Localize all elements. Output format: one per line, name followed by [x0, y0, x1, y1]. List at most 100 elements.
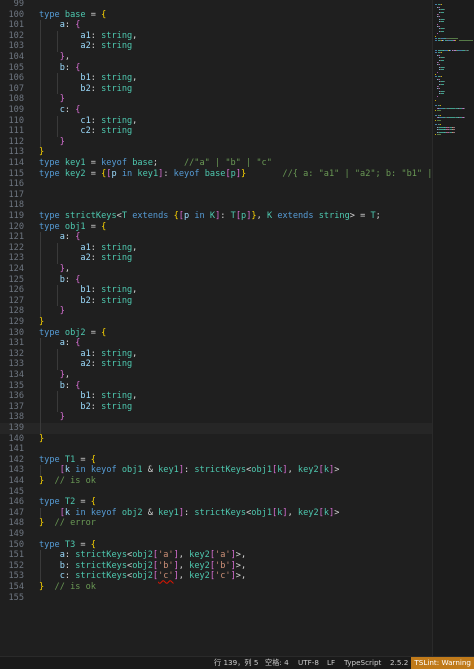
code-line[interactable]: 133 a2: string	[0, 359, 432, 370]
minimap[interactable]	[432, 0, 474, 656]
code-line[interactable]: 134 },	[0, 370, 432, 381]
code-editor[interactable]: 99 100 type base = {101 a: {102 a1: string…	[0, 0, 432, 656]
code-line[interactable]: 147 [k in keyof obj2 & key1]: strictKeys…	[0, 508, 432, 519]
code-line[interactable]: 109 c: {	[0, 105, 432, 116]
code-text: type T1 = {	[39, 454, 96, 465]
code-line[interactable]: 148} // error	[0, 518, 432, 529]
line-number: 101	[8, 20, 24, 31]
code-line[interactable]: 130 type obj2 = {	[0, 328, 432, 339]
code-line[interactable]: 118	[0, 200, 432, 211]
code-line[interactable]: 154} // is ok	[0, 582, 432, 593]
code-line[interactable]: 142 type T1 = {	[0, 455, 432, 466]
code-line[interactable]: 155	[0, 593, 432, 604]
code-line[interactable]: 100 type base = {	[0, 10, 432, 21]
code-line[interactable]: 124 },	[0, 264, 432, 275]
line-number: 140	[8, 433, 24, 444]
minimap-token	[441, 11, 444, 13]
language-mode[interactable]: TypeScript	[344, 657, 381, 669]
eol-setting[interactable]: LF	[327, 657, 335, 669]
code-line[interactable]: 103 a2: string	[0, 41, 432, 52]
code-line[interactable]: 106 b1: string,	[0, 73, 432, 84]
line-number: 141	[8, 444, 24, 455]
minimap-token	[437, 14, 438, 15]
line-number: 99	[13, 0, 24, 9]
code-line[interactable]: 113}	[0, 147, 432, 158]
code-line[interactable]: 123 a2: string	[0, 253, 432, 264]
line-number: 126	[8, 285, 24, 296]
code-text: type key2 = {[p in key1]: keyof base[p]}…	[39, 168, 432, 179]
code-line[interactable]: 119 type strictKeys<T extends {[p in K]: …	[0, 211, 432, 222]
code-line[interactable]: 150 type T3 = {	[0, 540, 432, 551]
line-number: 155	[8, 592, 24, 603]
code-line[interactable]: 126 b1: string,	[0, 285, 432, 296]
minimap-token	[454, 126, 455, 128]
code-line[interactable]: 132 a1: string,	[0, 349, 432, 360]
minimap-token	[444, 18, 445, 20]
indentation-setting[interactable]: 空格: 4	[265, 657, 289, 669]
code-line[interactable]: 115 type key2 = {[p in key1]: keyof base[…	[0, 169, 432, 180]
minimap-token	[438, 78, 439, 80]
code-line[interactable]: 129}	[0, 317, 432, 328]
line-number: 129	[8, 317, 24, 327]
line-number: 143	[8, 465, 24, 476]
code-line[interactable]: 101 a: {	[0, 20, 432, 31]
code-text: c: {	[59, 105, 81, 115]
code-line[interactable]: 131 a: {	[0, 338, 432, 349]
code-line[interactable]: 145	[0, 487, 432, 498]
code-line[interactable]: 99	[0, 0, 432, 10]
indent-guide	[40, 465, 41, 476]
code-line[interactable]: 146 type T2 = {	[0, 497, 432, 508]
code-line[interactable]: 112 }	[0, 137, 432, 148]
typescript-version[interactable]: 2.5.2	[390, 657, 408, 669]
code-line[interactable]: 137 b2: string	[0, 402, 432, 413]
code-line[interactable]: 108 }	[0, 94, 432, 105]
code-line[interactable]: 138 }	[0, 412, 432, 423]
code-text: b2: string	[80, 295, 133, 306]
code-line[interactable]: 117	[0, 190, 432, 201]
code-line[interactable]: 104 },	[0, 52, 432, 63]
minimap-token	[438, 64, 439, 66]
indent-guide	[57, 242, 58, 264]
code-text: c1: string,	[80, 115, 138, 126]
tslint-status[interactable]: TSLint: Warning	[411, 657, 474, 669]
code-line[interactable]: 121 a: {	[0, 232, 432, 243]
cursor-position[interactable]: 行 139，列 5	[214, 657, 258, 669]
code-text: a: strictKeys<obj2['a'], key2['a']>,	[59, 550, 247, 561]
minimap-token	[436, 134, 441, 135]
code-line[interactable]: 110 c1: string,	[0, 116, 432, 127]
code-line[interactable]: 127 b2: string	[0, 296, 432, 307]
minimap-token	[438, 6, 439, 8]
code-line[interactable]: 102 a1: string,	[0, 31, 432, 42]
code-line[interactable]: 141	[0, 444, 432, 455]
code-line[interactable]: 144} // is ok	[0, 476, 432, 487]
code-line[interactable]: 107 b2: string	[0, 84, 432, 95]
code-line[interactable]: 114 type key1 = keyof base; //"a" | "b" |…	[0, 158, 432, 169]
code-text: a2: string	[80, 253, 133, 264]
code-line[interactable]: 120 type obj1 = {	[0, 222, 432, 233]
code-line[interactable]: 105 b: {	[0, 63, 432, 74]
code-line[interactable]: 139	[0, 423, 432, 434]
code-line[interactable]: 140}	[0, 434, 432, 445]
indent-guide	[57, 285, 58, 307]
code-line[interactable]: 136 b1: string,	[0, 391, 432, 402]
code-line[interactable]: 116	[0, 179, 432, 190]
line-number: 146	[8, 497, 24, 508]
code-text: a: {	[59, 232, 81, 243]
line-number: 114	[8, 158, 24, 168]
code-line[interactable]: 152 b: strictKeys<obj2['b'], key2['b']>,	[0, 561, 432, 572]
indent-guide	[40, 507, 41, 519]
code-line[interactable]: 153 c: strictKeys<obj2['c'], key2['c']>,	[0, 571, 432, 582]
code-line[interactable]: 151 a: strictKeys<obj2['a'], key2['a']>,	[0, 550, 432, 561]
code-text: }	[59, 136, 65, 147]
code-text: }	[59, 306, 65, 317]
code-line[interactable]: 135 b: {	[0, 381, 432, 392]
code-line[interactable]: 128 }	[0, 306, 432, 317]
encoding-setting[interactable]: UTF-8	[298, 657, 319, 669]
minimap-token	[438, 26, 439, 27]
code-line[interactable]: 143 [k in keyof obj1 & key1]: strictKeys…	[0, 465, 432, 476]
code-line[interactable]: 111 c2: string	[0, 126, 432, 137]
code-line[interactable]: 122 a1: string,	[0, 243, 432, 254]
code-line[interactable]: 125 b: {	[0, 275, 432, 286]
code-line[interactable]: 149	[0, 529, 432, 540]
code-text: }	[39, 433, 45, 444]
